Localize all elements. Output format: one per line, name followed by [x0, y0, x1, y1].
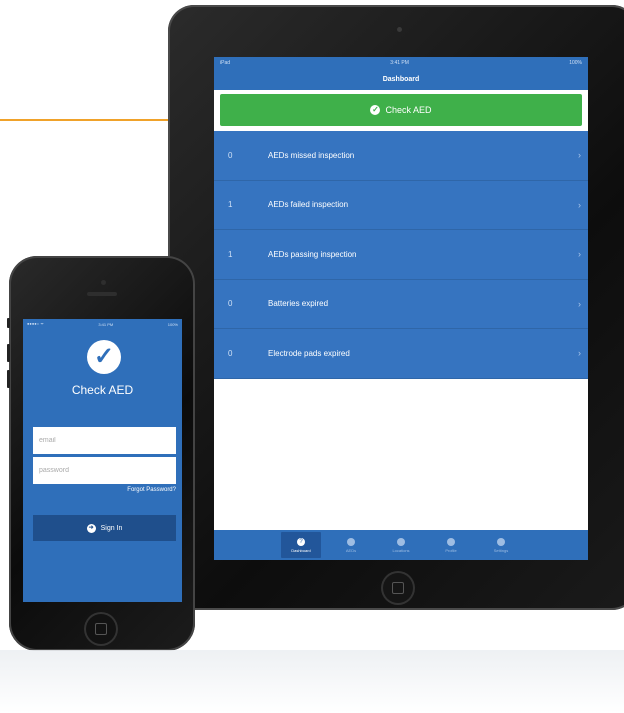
status-carrier: iPad: [220, 59, 231, 66]
gear-icon: [497, 537, 505, 546]
app-title: Check AED: [71, 383, 134, 397]
iphone-device: ●●●●○ ᯤ 3:41 PM 100% ✓ Check AED Forgot …: [7, 256, 195, 651]
ipad-device: iPad 3:41 PM 100% Dashboard ✓ Check AED …: [168, 5, 624, 610]
email-field[interactable]: [33, 427, 176, 454]
row-label: AEDs missed inspection: [268, 150, 355, 160]
row-count: 0: [228, 150, 233, 160]
sign-in-button[interactable]: ➜ Sign In: [33, 515, 176, 541]
ipad-status-bar: iPad 3:41 PM 100%: [214, 57, 588, 68]
sign-in-label: Sign In: [100, 524, 123, 532]
ipad-home-button[interactable]: [381, 571, 415, 605]
ipad-screen: iPad 3:41 PM 100% Dashboard ✓ Check AED …: [214, 57, 588, 560]
tab-aeds[interactable]: AEDs: [331, 532, 371, 558]
tab-label: Settings: [493, 547, 509, 553]
list-item[interactable]: 0 Electrode pads expired ›: [214, 329, 588, 379]
forgot-password-link[interactable]: Forgot Password?: [127, 487, 176, 493]
list-item[interactable]: 0 AEDs missed inspection ›: [214, 131, 588, 181]
volume-up-button: [7, 344, 10, 362]
ipad-camera: [397, 27, 402, 32]
list-item[interactable]: 1 AEDs passing inspection ›: [214, 230, 588, 280]
mute-switch: [7, 318, 10, 328]
tab-label: AEDs: [345, 547, 357, 553]
tab-label: Profile: [445, 547, 457, 553]
check-bar: ✓ Check AED: [214, 90, 588, 131]
iphone-camera: [101, 280, 106, 285]
tab-bar: ? Dashboard AEDs Locations Profile Setti…: [214, 530, 588, 560]
row-count: 1: [228, 249, 233, 259]
chevron-right-icon: ›: [578, 150, 581, 161]
row-label: AEDs passing inspection: [268, 249, 357, 259]
row-label: Electrode pads expired: [268, 348, 350, 358]
chevron-right-icon: ›: [578, 348, 581, 359]
password-field[interactable]: [33, 457, 176, 484]
tab-label: Locations: [392, 547, 410, 553]
list-item[interactable]: 0 Batteries expired ›: [214, 279, 588, 329]
check-aed-button[interactable]: ✓ Check AED: [220, 94, 582, 126]
tab-dashboard[interactable]: ? Dashboard: [281, 532, 321, 558]
dashboard-icon: ?: [297, 537, 305, 546]
floor-reflection: [0, 650, 624, 713]
row-count: 0: [228, 299, 233, 309]
iphone-screen: ●●●●○ ᯤ 3:41 PM 100% ✓ Check AED Forgot …: [23, 319, 182, 602]
arrow-right-icon: ➜: [86, 523, 96, 533]
chevron-right-icon: ›: [578, 199, 581, 210]
location-icon: [397, 537, 405, 546]
status-time: 3:41 PM: [390, 59, 409, 66]
checkmark-logo-icon: ✓: [87, 340, 121, 374]
status-signal: ●●●●○ ᯤ: [27, 321, 44, 326]
tab-locations[interactable]: Locations: [381, 532, 421, 558]
chevron-right-icon: ›: [578, 249, 581, 260]
tab-profile[interactable]: Profile: [431, 532, 471, 558]
row-label: Batteries expired: [268, 299, 329, 309]
tab-settings[interactable]: Settings: [481, 532, 521, 558]
list-item[interactable]: 1 AEDs failed inspection ›: [214, 180, 588, 230]
volume-down-button: [7, 370, 10, 388]
row-count: 0: [228, 348, 233, 358]
row-count: 1: [228, 200, 233, 210]
tab-label: Dashboard: [291, 547, 311, 553]
chevron-right-icon: ›: [578, 298, 581, 309]
status-battery: 100%: [569, 59, 582, 66]
status-battery: 100%: [167, 321, 178, 327]
profile-icon: [447, 537, 455, 546]
status-time: 3:41 PM: [98, 321, 114, 327]
ipad-nav-bar: Dashboard: [214, 68, 588, 90]
iphone-speaker: [87, 292, 117, 296]
content-area: [214, 378, 588, 525]
row-label: AEDs failed inspection: [268, 200, 349, 210]
iphone-status-bar: ●●●●○ ᯤ 3:41 PM 100%: [23, 319, 182, 329]
check-circle-icon: ✓: [370, 105, 381, 115]
aed-icon: [347, 537, 355, 546]
check-aed-label: Check AED: [385, 105, 432, 115]
iphone-home-button[interactable]: [84, 612, 118, 646]
accent-line: [0, 119, 168, 121]
page-title: Dashboard: [382, 75, 420, 83]
